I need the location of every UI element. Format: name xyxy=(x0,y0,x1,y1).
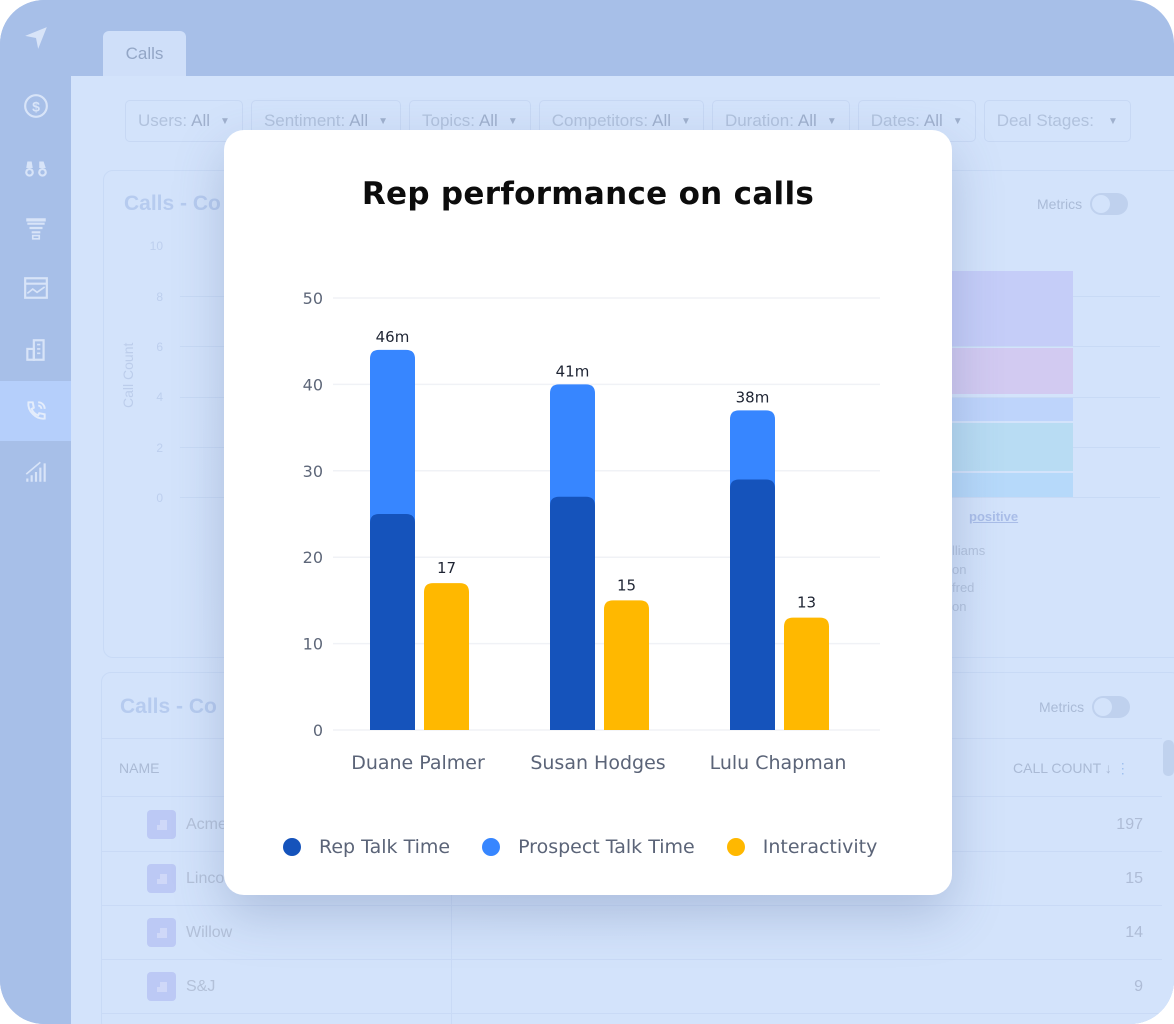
chart-legend: Rep Talk Time Prospect Talk Time Interac… xyxy=(283,836,909,858)
x-tick-label: Lulu Chapman xyxy=(710,752,847,774)
app-window: $ Calls Users:All▼ Sentiment:All▼ Topics… xyxy=(0,0,1174,1024)
y-tick-label: 0 xyxy=(313,721,323,740)
legend-item-rep-talk-time[interactable]: Rep Talk Time xyxy=(283,836,450,858)
legend-swatch xyxy=(726,838,745,856)
bar-interactivity[interactable] xyxy=(784,617,829,730)
legend-swatch xyxy=(283,838,301,856)
y-tick-label: 10 xyxy=(303,635,323,654)
total-data-label: 38m xyxy=(736,388,770,406)
y-tick-label: 50 xyxy=(303,289,323,308)
legend-swatch xyxy=(482,838,501,856)
legend-label: Prospect Talk Time xyxy=(518,836,695,858)
interactivity-data-label: 15 xyxy=(617,576,636,594)
y-tick-label: 20 xyxy=(303,548,323,567)
legend-item-prospect-talk-time[interactable]: Prospect Talk Time xyxy=(482,836,695,858)
bar-rep-talk-time[interactable] xyxy=(550,496,595,730)
total-data-label: 41m xyxy=(556,362,590,380)
total-data-label: 46m xyxy=(376,328,410,346)
x-tick-label: Duane Palmer xyxy=(351,752,485,774)
legend-label: Rep Talk Time xyxy=(319,836,451,858)
interactivity-data-label: 13 xyxy=(797,594,816,612)
bar-rep-talk-time[interactable] xyxy=(370,514,415,730)
bar-chart: 0 10 20 30 40 50 46m 17 Duane Palmer 41m 15 Susan H… xyxy=(303,289,880,774)
x-tick-label: Susan Hodges xyxy=(530,752,665,774)
legend-item-interactivity[interactable]: Interactivity xyxy=(726,836,878,858)
bar-interactivity[interactable] xyxy=(424,583,469,730)
bar-rep-talk-time[interactable] xyxy=(730,479,775,730)
legend-label: Interactivity xyxy=(762,836,878,858)
bar-interactivity[interactable] xyxy=(604,600,649,730)
y-tick-label: 40 xyxy=(303,375,323,394)
y-tick-label: 30 xyxy=(303,462,323,481)
interactivity-data-label: 17 xyxy=(437,559,456,577)
